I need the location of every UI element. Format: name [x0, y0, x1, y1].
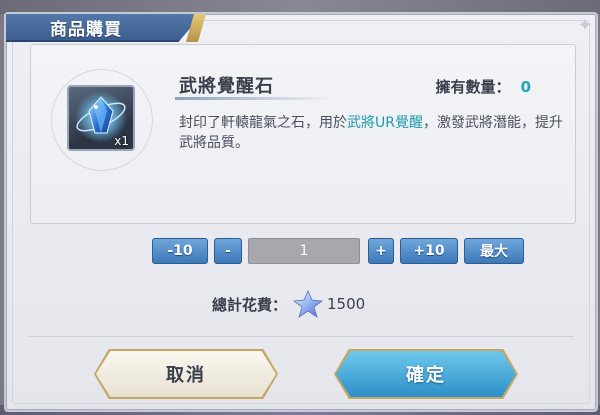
dialog-title: 商品購買 [50, 19, 122, 40]
item-stack-count: x1 [114, 134, 129, 148]
quantity-input[interactable]: 1 [248, 238, 360, 264]
owned-count: 擁有數量： 0 [436, 76, 531, 97]
total-cost-amount: 1500 [327, 295, 366, 313]
confirm-button[interactable]: 確定 [336, 351, 516, 397]
plus-10-button[interactable]: +10 [400, 238, 458, 264]
plus-1-button[interactable]: + [368, 238, 394, 264]
description-highlight: 武將UR覺醒 [347, 115, 423, 131]
corner-ornament-icon: ✦ [577, 14, 593, 36]
item-description: 封印了軒轅龍氣之石，用於武將UR覺醒，激發武將潛能，提升武將品質。 [179, 113, 567, 153]
item-name: 武將覺醒石 [179, 76, 274, 97]
divider [28, 336, 574, 337]
description-text: 封印了軒轅龍氣之石，用於 [179, 115, 347, 131]
owned-value: 0 [520, 78, 531, 96]
item-name-underline [175, 97, 335, 100]
total-cost-label: 總計花費： [212, 295, 288, 314]
title-tab: 商品購買 [6, 14, 202, 42]
item-icon[interactable]: x1 [67, 85, 135, 151]
star-crystal-icon [293, 290, 324, 318]
item-panel: x1 武將覺醒石 擁有數量： 0 封印了軒轅龍氣之石，用於武將UR覺醒，激發武將潛… [30, 44, 576, 224]
max-button[interactable]: 最大 [464, 238, 524, 264]
cancel-button[interactable]: 取消 [96, 351, 276, 397]
minus-10-button[interactable]: -10 [152, 238, 208, 264]
total-cost: 總計花費： 1500 [212, 290, 365, 318]
owned-label: 擁有數量： [435, 78, 511, 96]
minus-1-button[interactable]: - [214, 238, 242, 264]
purchase-dialog: 商品購買 ✦ x1 武將覺醒石 擁有數量： 0 封印了軒轅龍氣之石，用於武將UR… [4, 12, 598, 412]
